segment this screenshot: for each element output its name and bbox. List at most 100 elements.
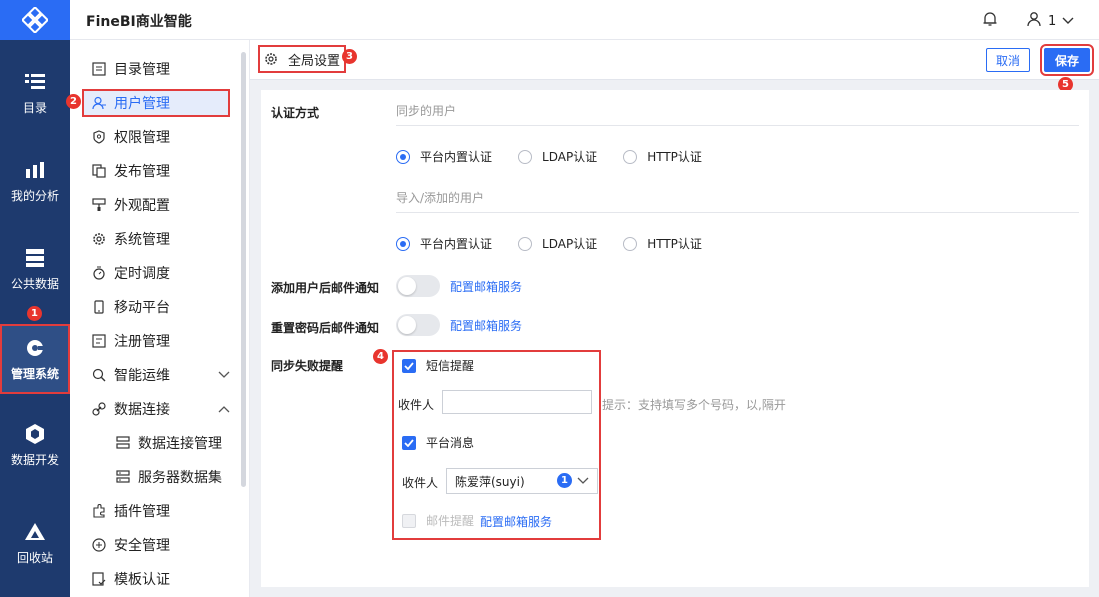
config-mail-link[interactable]: 配置邮箱服务 (450, 317, 522, 334)
menu-item-label: 用户管理 (114, 96, 170, 112)
chevron-down-icon (577, 477, 589, 484)
menu-item-label: 系统管理 (114, 232, 170, 248)
publish-icon (92, 164, 106, 178)
rail-item-my-analysis[interactable]: 我的分析 (0, 146, 70, 216)
sync-users-section-title: 同步的用户 (396, 102, 1079, 126)
auth-method-label: 认证方式 (271, 106, 320, 120)
logo-icon (22, 7, 48, 33)
cancel-button[interactable]: 取消 (986, 48, 1030, 72)
selected-count-badge: 1 (557, 473, 572, 488)
menu-item-security-management[interactable]: 安全管理 (82, 531, 230, 559)
checkbox-checked (402, 358, 416, 373)
catalog-icon (24, 71, 46, 93)
menu-item-permission-management[interactable]: 权限管理 (82, 123, 230, 151)
template-icon (92, 572, 106, 586)
menu-item-label: 插件管理 (114, 504, 170, 520)
gear-icon (265, 53, 277, 65)
menu-item-data-connection[interactable]: 数据连接 (82, 395, 230, 423)
radio-label: HTTP认证 (647, 150, 702, 164)
radio-ldap-auth[interactable]: LDAP认证 (518, 235, 597, 252)
save-button[interactable]: 保存 (1040, 44, 1094, 76)
rail-item-data-dev[interactable]: 数据开发 (0, 410, 70, 480)
platform-message-checkbox[interactable]: 平台消息 (402, 434, 474, 451)
rail-item-admin-system[interactable]: 管理系统 (0, 324, 70, 394)
import-auth-radio-group: 平台内置认证 LDAP认证 HTTP认证 (396, 235, 728, 252)
menu-item-template-certification[interactable]: 模板认证 (82, 565, 230, 593)
ops-icon (92, 368, 106, 382)
sync-fail-options: 短信提醒 收件人 平台消息 收件人 陈爱萍(suyi) 1 邮件提醒 配置邮箱服… (392, 350, 601, 540)
timer-icon (93, 266, 105, 280)
shield-icon (92, 538, 106, 552)
server-dataset-icon (116, 470, 130, 483)
gear-icon (93, 233, 105, 245)
menu-item-appearance-config[interactable]: 外观配置 (82, 191, 230, 219)
radio-label: LDAP认证 (542, 150, 598, 164)
radio-http-auth[interactable]: HTTP认证 (623, 235, 702, 252)
menu-item-data-connection-management[interactable]: 数据连接管理 (106, 429, 236, 457)
import-users-section-title: 导入/添加的用户 (396, 189, 1079, 213)
checkbox-disabled (402, 513, 416, 528)
email-reminder-checkbox[interactable]: 邮件提醒 (402, 512, 474, 529)
rail-item-public-data[interactable]: 公共数据 (0, 234, 70, 304)
rail-item-recycle-bin[interactable]: 回收站 (0, 508, 70, 578)
annotation-badge-1: 1 (27, 306, 42, 321)
sms-recipient-input[interactable] (442, 390, 592, 414)
sms-reminder-checkbox[interactable]: 短信提醒 (402, 357, 474, 374)
app-title: FineBI商业智能 (86, 14, 192, 30)
user-icon (92, 96, 106, 110)
recycle-bin-icon (24, 521, 46, 543)
menu-item-register-management[interactable]: 注册管理 (82, 327, 230, 355)
menu-item-server-dataset[interactable]: 服务器数据集 (106, 463, 236, 491)
tab-global-settings[interactable]: 全局设置 (258, 45, 347, 73)
menu-item-timed-scheduling[interactable]: 定时调度 (82, 259, 230, 287)
chevron-up-icon (218, 406, 230, 413)
menu-item-label: 发布管理 (114, 164, 170, 180)
user-menu[interactable]: 1 (1026, 11, 1074, 31)
menu-item-user-management[interactable]: 用户管理 (82, 89, 230, 117)
menu-scrollbar[interactable] (241, 52, 246, 487)
radio-http-auth[interactable]: HTTP认证 (623, 148, 702, 165)
menu-item-label: 模板认证 (114, 572, 170, 588)
config-mail-link[interactable]: 配置邮箱服务 (450, 278, 522, 295)
menu-item-system-management[interactable]: 系统管理 (82, 225, 230, 253)
chevron-down-icon (1062, 14, 1074, 29)
menu-item-publish-management[interactable]: 发布管理 (82, 157, 230, 185)
sync-fail-label: 同步失败提醒 (271, 359, 344, 373)
bell-icon[interactable] (982, 11, 998, 31)
sms-hint: 提示：支持填写多个号码，以,隔开 (602, 398, 786, 412)
radio-builtin-auth[interactable]: 平台内置认证 (396, 235, 492, 252)
menu-item-label: 外观配置 (114, 198, 170, 214)
platform-recipient-select[interactable]: 陈爱萍(suyi) 1 (446, 468, 598, 494)
annotation-badge-2: 2 (66, 94, 81, 109)
rail-item-label: 目录 (22, 100, 47, 115)
rail-item-label: 数据开发 (10, 452, 59, 467)
list-icon (92, 62, 106, 76)
radio-ldap-auth[interactable]: LDAP认证 (518, 148, 597, 165)
mobile-icon (94, 300, 104, 314)
radio-circle (396, 149, 410, 164)
paint-icon (92, 198, 106, 211)
radio-label: 平台内置认证 (420, 237, 493, 251)
permission-icon (93, 130, 105, 144)
radio-circle (396, 236, 410, 251)
tab-label: 全局设置 (288, 53, 341, 69)
rail-item-catalog[interactable]: 目录 (0, 58, 70, 128)
radio-circle (518, 149, 533, 164)
mail-after-add-toggle[interactable] (396, 275, 440, 297)
menu-item-smart-ops[interactable]: 智能运维 (82, 361, 230, 389)
menu-item-catalog-management[interactable]: 目录管理 (82, 55, 230, 83)
config-mail-link[interactable]: 配置邮箱服务 (480, 513, 552, 530)
radio-builtin-auth[interactable]: 平台内置认证 (396, 148, 492, 165)
menu-item-plugin-management[interactable]: 插件管理 (82, 497, 230, 525)
radio-label: LDAP认证 (542, 237, 598, 251)
menu-item-mobile-platform[interactable]: 移动平台 (82, 293, 230, 321)
settings-panel: 认证方式 同步的用户 平台内置认证 LDAP认证 HTTP认证 导入/添加的用户… (261, 90, 1089, 587)
mail-after-reset-toggle[interactable] (396, 314, 440, 336)
radio-circle (623, 236, 638, 251)
left-rail: 目录 我的分析 公共数据 管理系统 数据开发 回收站 (0, 0, 70, 597)
app-logo[interactable] (0, 0, 70, 40)
menu-item-label: 权限管理 (114, 130, 170, 146)
checkbox-label: 平台消息 (426, 436, 475, 450)
analysis-icon (24, 159, 46, 181)
annotation-badge-4: 4 (373, 349, 388, 364)
